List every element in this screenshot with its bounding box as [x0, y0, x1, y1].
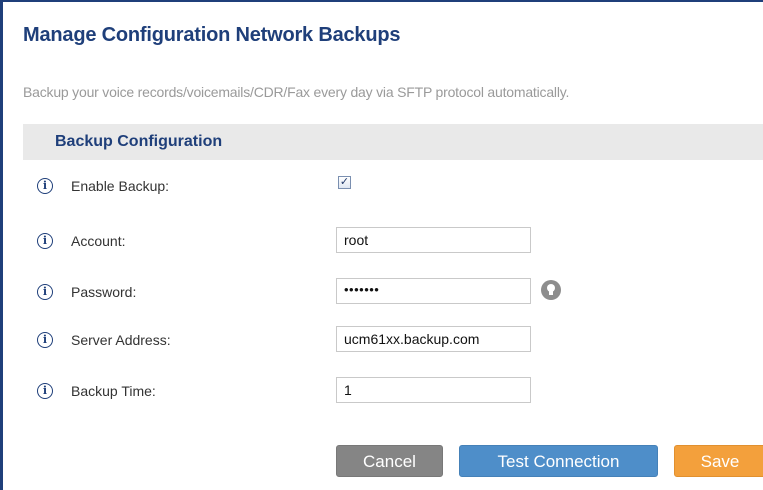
section-header: Backup Configuration [23, 124, 763, 160]
page-title: Manage Configuration Network Backups [23, 24, 401, 46]
enable-backup-label: Enable Backup: [71, 178, 170, 194]
server-address-input[interactable]: ucm61xx.backup.com [336, 326, 531, 352]
main-panel: Manage Configuration Network Backups Bac… [0, 0, 763, 490]
server-address-label: Server Address: [71, 332, 171, 348]
info-icon[interactable]: i [37, 178, 53, 194]
backup-time-input[interactable]: 1 [336, 377, 531, 403]
enable-backup-checkbox[interactable]: ✓ [338, 176, 351, 189]
cancel-button[interactable]: Cancel [336, 445, 443, 477]
lightbulb-icon[interactable] [541, 280, 561, 300]
enable-backup-row: i Enable Backup: ✓ [3, 172, 763, 202]
account-input[interactable]: root [336, 227, 531, 253]
section-title: Backup Configuration [55, 133, 223, 150]
page-description: Backup your voice records/voicemails/CDR… [23, 84, 570, 100]
account-row: i Account: root [3, 227, 763, 257]
info-icon[interactable]: i [37, 284, 53, 300]
password-input[interactable]: ••••••• [336, 278, 531, 304]
server-address-row: i Server Address: ucm61xx.backup.com [3, 326, 763, 356]
info-icon[interactable]: i [37, 233, 53, 249]
account-label: Account: [71, 233, 126, 249]
password-row: i Password: ••••••• [3, 278, 763, 308]
password-label: Password: [71, 284, 137, 300]
save-button[interactable]: Save [674, 445, 763, 477]
info-icon[interactable]: i [37, 383, 53, 399]
backup-time-label: Backup Time: [71, 383, 156, 399]
backup-time-row: i Backup Time: 1 [3, 377, 763, 407]
test-connection-button[interactable]: Test Connection [459, 445, 658, 477]
info-icon[interactable]: i [37, 332, 53, 348]
